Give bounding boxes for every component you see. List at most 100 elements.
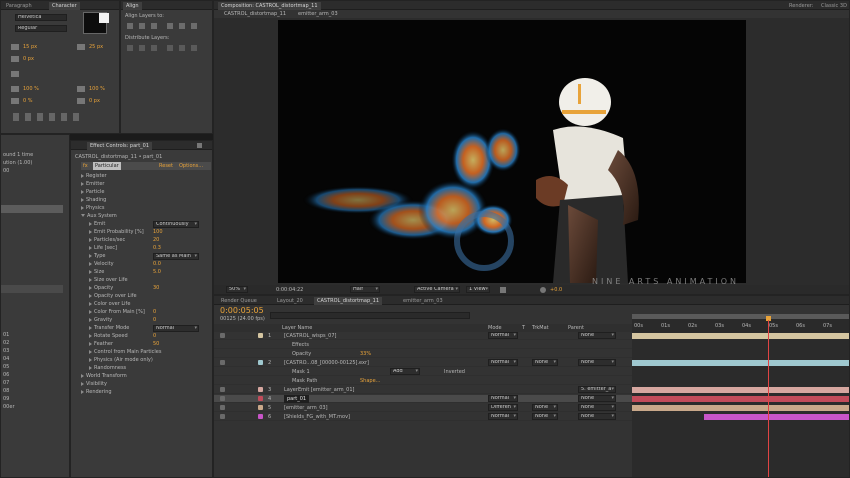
project-item[interactable]: 00 (3, 167, 9, 175)
effect-property-row[interactable]: Register (81, 172, 107, 180)
layer-row[interactable]: 3 LayerEmit [emitter_arm_01] 5. emitter_a (214, 386, 632, 394)
project-item[interactable]: ution (1.00) (3, 159, 32, 167)
layer-row[interactable]: 6 [Shields_FG_with_MT.mov] Normal None None (214, 413, 632, 421)
layer-name[interactable]: part_01 (284, 395, 310, 403)
project-item[interactable]: 09 (3, 395, 9, 403)
layer-row[interactable]: 2 [CASTRO...08_[00000-00125].exr] Normal No… (214, 359, 632, 367)
label-color-swatch[interactable] (258, 360, 263, 365)
effect-property-row[interactable]: Size (89, 268, 104, 276)
effect-property-row[interactable]: Opacity over Life (89, 292, 137, 300)
tab-render-queue[interactable]: Render Queue (218, 297, 260, 305)
distribute-right-icon[interactable] (191, 45, 197, 51)
effect-property-row[interactable]: Physics (Air mode only) (89, 356, 153, 364)
project-search-field[interactable] (1, 205, 63, 213)
effect-property-row[interactable]: Shading (81, 196, 106, 204)
blend-mode-dropdown[interactable]: Normal (488, 332, 518, 339)
tab-character[interactable]: Character (49, 2, 80, 10)
disclosure-triangle-icon[interactable] (89, 277, 92, 282)
layer-name[interactable]: Effects (292, 341, 309, 349)
viewer-timecode[interactable]: 0:00:04:22 (276, 286, 303, 294)
layer-duration-bar[interactable] (704, 414, 849, 420)
work-area-bar[interactable] (632, 314, 849, 319)
disclosure-triangle-icon[interactable] (89, 261, 92, 266)
effect-property-value[interactable]: 0 (153, 316, 156, 324)
small-caps-button[interactable] (49, 113, 55, 121)
baseline-shift-value[interactable]: 0 % (23, 97, 33, 105)
layer-row[interactable]: 4 part_01 Normal None (214, 395, 632, 403)
disclosure-triangle-icon[interactable] (81, 214, 85, 217)
project-item[interactable]: 00er (3, 403, 15, 411)
effect-property-row[interactable]: Emitter (81, 180, 104, 188)
layer-duration-bar[interactable] (632, 405, 849, 411)
align-vcenter-icon[interactable] (179, 23, 185, 29)
disclosure-triangle-icon[interactable] (81, 389, 84, 394)
blend-mode-dropdown[interactable]: Normal (488, 413, 518, 420)
effect-property-row[interactable]: Particles/sec (89, 236, 125, 244)
disclosure-triangle-icon[interactable] (89, 237, 92, 242)
project-item[interactable]: 01 (3, 331, 9, 339)
effect-property-row[interactable]: Transfer Mode (89, 324, 129, 332)
zoom-dropdown[interactable]: 50% (226, 286, 248, 293)
effect-name[interactable]: Particular (93, 162, 121, 170)
layer-name[interactable]: [CASTROL_wisps_07] (284, 332, 336, 340)
effect-property-row[interactable]: Particle (81, 188, 104, 196)
track-area[interactable] (632, 332, 849, 477)
effect-property-row[interactable]: Life [sec] (89, 244, 117, 252)
effect-property-value[interactable]: 0.0 (153, 260, 161, 268)
property-value[interactable]: Shape... (360, 377, 380, 385)
effect-property-value[interactable]: 100 (153, 228, 163, 236)
layer-row[interactable]: 1 [CASTROL_wisps_07] Normal None (214, 332, 632, 340)
superscript-button[interactable] (61, 113, 67, 121)
project-item[interactable]: 08 (3, 387, 9, 395)
disclosure-triangle-icon[interactable] (89, 341, 92, 346)
options-button[interactable]: Options... (179, 162, 203, 170)
effect-property-value[interactable]: Continuously (153, 221, 199, 228)
distribute-bottom-icon[interactable] (151, 45, 157, 51)
tab-layout[interactable]: Layout_20 (274, 297, 306, 305)
views-dropdown[interactable]: 1 View (466, 286, 490, 293)
distribute-top-icon[interactable] (127, 45, 133, 51)
align-left-icon[interactable] (127, 23, 133, 29)
vertical-scale-value[interactable]: 100 % (23, 85, 39, 93)
layer-property-row[interactable]: Opacity 33% (214, 350, 632, 358)
distribute-vcenter-icon[interactable] (139, 45, 145, 51)
layer-property-row[interactable]: Mask 1 Add Inverted (214, 368, 632, 376)
visibility-eye-icon[interactable] (220, 360, 225, 365)
label-color-swatch[interactable] (258, 414, 263, 419)
effect-property-row[interactable]: Feather (89, 340, 113, 348)
exposure-icon[interactable] (540, 287, 546, 293)
parent-dropdown[interactable]: 5. emitter_a (578, 386, 616, 393)
disclosure-triangle-icon[interactable] (81, 173, 84, 178)
layer-name[interactable]: [Shields_FG_with_MT.mov] (284, 413, 350, 421)
layer-name[interactable]: Mask Path (292, 377, 317, 385)
time-ruler[interactable]: 00s 01s 02s 03s 04s 05s 06s 07s (632, 314, 849, 332)
visibility-eye-icon[interactable] (220, 405, 225, 410)
layer-duration-bar[interactable] (632, 396, 849, 402)
layer-name[interactable]: Opacity (292, 350, 311, 358)
effect-property-value[interactable]: Same as Main (153, 253, 199, 260)
disclosure-triangle-icon[interactable] (81, 373, 84, 378)
parent-dropdown[interactable]: None (578, 404, 616, 411)
project-item[interactable]: ound 1 time (3, 151, 33, 159)
font-size-value[interactable]: 15 px (23, 43, 37, 51)
tab-paragraph[interactable]: Paragraph (3, 2, 35, 10)
effect-property-row[interactable]: Control from Main Particles (89, 348, 162, 356)
effect-property-value[interactable]: 50 (153, 340, 159, 348)
align-hcenter-icon[interactable] (139, 23, 145, 29)
timeline-timecode[interactable]: 0:00:05:05 (220, 307, 264, 315)
effect-property-row[interactable]: Visibility (81, 380, 107, 388)
effect-property-value[interactable]: Normal (153, 325, 199, 332)
effect-property-row[interactable]: Opacity (89, 284, 113, 292)
effect-property-row[interactable]: Emit (89, 220, 105, 228)
camera-dropdown[interactable]: Active Camera (414, 286, 460, 293)
font-family-field[interactable]: Helvetica (15, 14, 67, 21)
project-item[interactable]: 07 (3, 379, 9, 387)
effect-property-value[interactable]: 5.0 (153, 268, 161, 276)
blend-mode-dropdown[interactable]: Normal (488, 359, 518, 366)
layer-row[interactable]: 5 [emitter_arm_03] Differen None None (214, 404, 632, 412)
tab-timeline-precomp[interactable]: emitter_arm_03 (400, 297, 446, 305)
close-icon[interactable] (197, 143, 202, 148)
faux-bold-button[interactable] (13, 113, 19, 121)
tab-timeline-comp[interactable]: CASTROL_distortmap_11 (314, 297, 383, 305)
disclosure-triangle-icon[interactable] (81, 381, 84, 386)
